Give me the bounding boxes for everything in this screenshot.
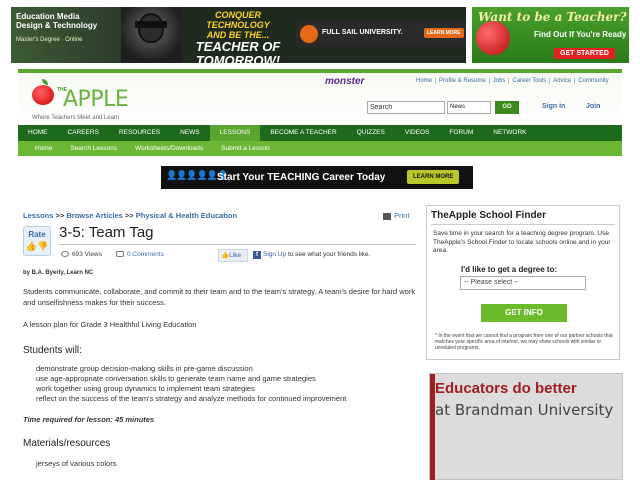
sign-in-link[interactable]: Sign in bbox=[542, 103, 565, 110]
students-will-list: demonstrate group decision-making skills… bbox=[36, 364, 346, 404]
subnav-submit-lesson[interactable]: Submit a Lesson bbox=[212, 141, 278, 156]
lesson-plan-description: A lesson plan for Grade 3 Healthful Livi… bbox=[23, 320, 197, 329]
apple-icon bbox=[476, 21, 510, 55]
students-will-heading: Students will: bbox=[23, 345, 82, 356]
nav-become-a-teacher[interactable]: BECOME A TEACHER bbox=[260, 125, 346, 141]
printer-icon bbox=[383, 212, 391, 220]
nav-forum[interactable]: FORUM bbox=[439, 125, 483, 141]
brandman-subline: at Brandman University bbox=[435, 401, 614, 419]
nav-lessons[interactable]: LESSONS bbox=[209, 125, 261, 141]
nav-network[interactable]: NETWORK bbox=[483, 125, 536, 141]
ad-line: Design & Technology bbox=[16, 21, 98, 30]
ad-banner-right[interactable]: Want to be a Teacher? Find Out If You're… bbox=[472, 7, 629, 63]
breadcrumb-sep: >> bbox=[55, 211, 65, 220]
nav-careers[interactable]: CAREERS bbox=[58, 125, 109, 141]
ad-learn-more-button[interactable]: LEARN MORE bbox=[424, 28, 464, 38]
ad-left-panel: Education Media Design & Technology Mast… bbox=[11, 7, 121, 63]
school-finder-divider bbox=[431, 224, 615, 225]
subnav-search-lessons[interactable]: Search Lessons bbox=[61, 141, 126, 156]
facebook-prompt: f Sign Up to see what your friends like. bbox=[253, 251, 370, 259]
nav-news[interactable]: NEWS bbox=[170, 125, 210, 141]
breadcrumb-item[interactable]: Browse Articles bbox=[66, 211, 122, 220]
degree-select-label: I'd like to get a degree to: bbox=[461, 265, 558, 274]
thumbs-up-icon: 👍 bbox=[221, 252, 230, 259]
title-divider bbox=[59, 244, 416, 245]
nav-resources[interactable]: RESOURCES bbox=[109, 125, 170, 141]
list-item: jerseys of various colors bbox=[36, 459, 117, 468]
materials-list: jerseys of various colors bbox=[36, 459, 116, 468]
school-finder-description: Save time in your search for a teaching … bbox=[433, 230, 611, 254]
degree-select[interactable]: -- Please select -- bbox=[460, 276, 586, 290]
ad-slogan: CONQUER TECHNOLOGY AND BE THE... TEACHER… bbox=[195, 10, 281, 63]
article-intro: Students communicate, collaborate, and c… bbox=[23, 287, 416, 307]
top-link[interactable]: Profile & Resume bbox=[435, 78, 489, 84]
thumbs-icon: 👍👎 bbox=[25, 241, 49, 251]
get-started-button[interactable]: GET STARTED bbox=[554, 48, 615, 59]
banner-text: Start Your TEACHING Career Today bbox=[217, 172, 386, 183]
subnav-home[interactable]: Home bbox=[26, 141, 61, 156]
main-nav: HOME CAREERS RESOURCES NEWS LESSONS BECO… bbox=[18, 125, 622, 141]
comment-icon bbox=[116, 251, 124, 258]
search-input[interactable] bbox=[367, 101, 445, 114]
rate-label: Rate bbox=[28, 230, 46, 239]
nav-quizzes[interactable]: QUIZZES bbox=[347, 125, 395, 141]
banner-learn-more-button[interactable]: LEARN MORE bbox=[407, 170, 460, 184]
brandman-headline: Educators do better bbox=[435, 380, 577, 397]
nav-videos[interactable]: VIDEOS bbox=[395, 125, 440, 141]
facebook-icon: f bbox=[253, 251, 261, 259]
teaching-career-banner[interactable]: 👤👤👤👤👤👤 Start Your TEACHING Career Today … bbox=[161, 166, 473, 189]
list-item: reflect on the success of the team's str… bbox=[36, 394, 347, 403]
ad-line: Education Media bbox=[16, 12, 80, 21]
join-link[interactable]: Join bbox=[586, 103, 600, 110]
brandman-ad[interactable]: Educators do better at Brandman Universi… bbox=[429, 373, 623, 480]
print-link[interactable]: Print bbox=[383, 211, 409, 220]
ad-character-image bbox=[121, 7, 181, 63]
get-info-button[interactable]: GET INFO bbox=[481, 304, 567, 322]
page-title: 3-5: Team Tag bbox=[59, 224, 154, 241]
breadcrumb-sep: >> bbox=[124, 211, 134, 220]
top-link[interactable]: Jobs bbox=[488, 78, 509, 84]
subnav-worksheets[interactable]: Worksheets/Downloads bbox=[126, 141, 212, 156]
view-count: 693 Views bbox=[61, 251, 102, 258]
search-scope-select[interactable]: News bbox=[447, 101, 491, 114]
monster-logo[interactable]: monster bbox=[325, 76, 364, 87]
logo-name[interactable]: APPLE bbox=[63, 87, 129, 112]
list-item: demonstrate group decision-making skills… bbox=[36, 364, 253, 373]
rate-widget[interactable]: Rate 👍👎 bbox=[23, 226, 51, 256]
ad-brand-bar: FULL SAIL UNIVERSITY. LEARN MORE bbox=[296, 21, 466, 47]
sub-nav: Home Search Lessons Worksheets/Downloads… bbox=[18, 141, 622, 156]
school-finder: TheApple School Finder Save time in your… bbox=[426, 205, 620, 360]
top-link[interactable]: Career Tools bbox=[508, 78, 549, 84]
nav-home[interactable]: HOME bbox=[18, 125, 58, 141]
facebook-signup-link[interactable]: Sign Up bbox=[263, 251, 286, 258]
school-finder-title: TheApple School Finder bbox=[431, 210, 547, 221]
author-byline: by B.A. Byerly, Learn NC bbox=[23, 270, 94, 276]
school-finder-note: * In the event that we cannot find a pro… bbox=[435, 333, 613, 351]
facebook-like-button[interactable]: 👍Like bbox=[218, 249, 248, 262]
list-item: use age-appropriate conversation skills … bbox=[36, 374, 316, 383]
ad-subheadline: Find Out If You're Ready bbox=[534, 30, 627, 39]
ad-banner-top[interactable]: Education Media Design & Technology Mast… bbox=[11, 7, 466, 63]
top-links: Home Profile & Resume Jobs Career Tools … bbox=[413, 78, 612, 84]
comments-link[interactable]: 0 Comments bbox=[116, 251, 164, 258]
breadcrumb-item[interactable]: Physical & Health Education bbox=[136, 211, 237, 220]
site-header: THE APPLE Where Teachers Meet and Learn … bbox=[18, 69, 622, 125]
top-link[interactable]: Advice bbox=[549, 78, 574, 84]
list-item: work together using group dynamics to im… bbox=[36, 384, 255, 393]
top-link[interactable]: Home bbox=[413, 78, 435, 84]
go-button[interactable]: GO bbox=[495, 101, 519, 114]
ad-line: Master's Degree · Online bbox=[16, 37, 83, 43]
site-tagline: Where Teachers Meet and Learn bbox=[32, 115, 120, 121]
time-required: Time required for lesson: 45 minutes bbox=[23, 415, 155, 424]
full-sail-logo-icon bbox=[300, 25, 318, 43]
apple-logo-icon[interactable] bbox=[32, 79, 54, 105]
top-link[interactable]: Community bbox=[574, 78, 611, 84]
materials-heading: Materials/resources bbox=[23, 438, 111, 449]
breadcrumb-item[interactable]: Lessons bbox=[23, 211, 53, 220]
eye-icon bbox=[61, 251, 69, 258]
breadcrumb: Lessons >> Browse Articles >> Physical &… bbox=[23, 211, 237, 220]
